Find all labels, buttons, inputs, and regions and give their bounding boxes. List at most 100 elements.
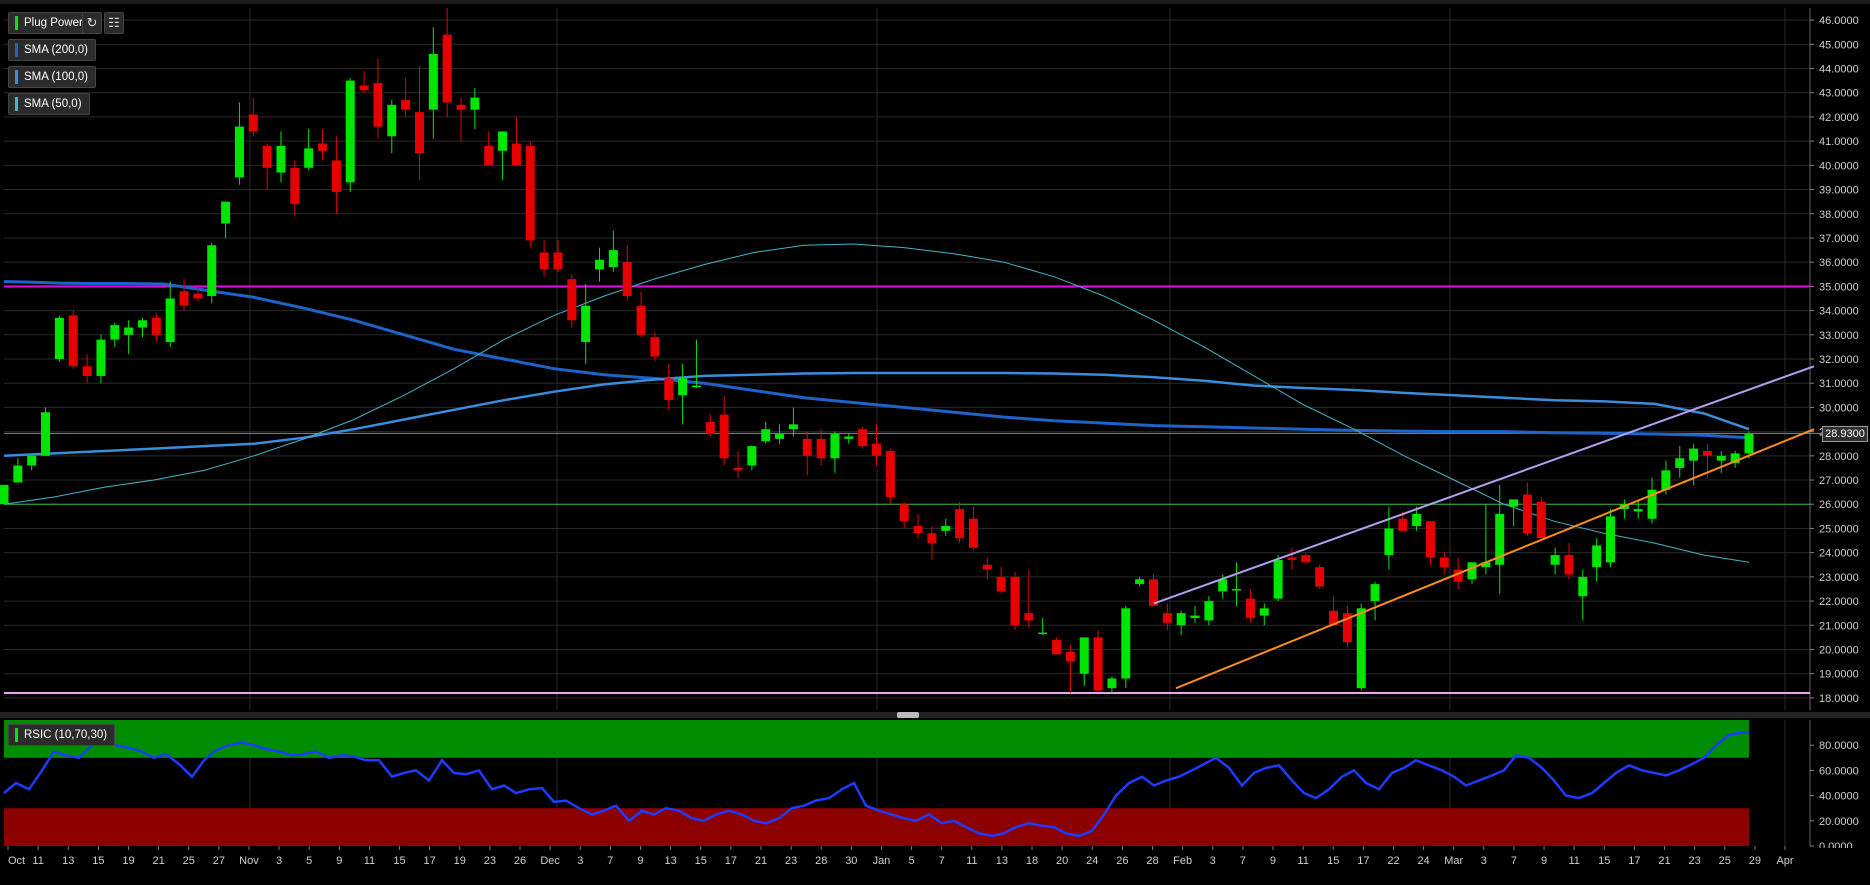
refresh-icon[interactable]: ↻: [82, 12, 102, 34]
xtick-label-11: 9: [336, 855, 342, 867]
main-ytick-label-9: 27.0000: [1819, 475, 1859, 487]
sma100-legend[interactable]: SMA (100,0): [8, 66, 96, 88]
xtick-label-54: 17: [1628, 855, 1640, 867]
main-ytick-label-20: 38.0000: [1819, 209, 1859, 221]
candle-body-42: [581, 305, 591, 343]
candle-body-93: [1287, 557, 1297, 560]
candle-body-27: [373, 83, 383, 127]
candle-body-19: [262, 145, 272, 168]
xtick-label-51: 9: [1541, 855, 1547, 867]
xtick-label-16: 23: [484, 855, 496, 867]
xtick-label-49: 3: [1481, 855, 1487, 867]
xtick-label-17: 26: [514, 855, 526, 867]
sma200-label: SMA (200,0): [24, 44, 88, 56]
last-price-badge: 28.9300: [1822, 426, 1868, 442]
candle-body-31: [428, 53, 438, 110]
xtick-label-5: 21: [152, 855, 164, 867]
xtick-label-42: 9: [1270, 855, 1276, 867]
top-strip: [0, 0, 1870, 4]
main-ytick-label-28: 46.0000: [1819, 15, 1859, 27]
instrument-legend[interactable]: Plug Power: [8, 12, 91, 34]
main-ytick-label-26: 44.0000: [1819, 64, 1859, 76]
candle-body-95: [1315, 567, 1325, 587]
settings-icon[interactable]: ☷: [104, 12, 124, 34]
candle-body-21: [290, 167, 300, 205]
rsi-label: RSIC (10,70,30): [24, 729, 108, 741]
candle-body-91: [1259, 608, 1269, 616]
candle-body-110: [1522, 494, 1532, 534]
main-ytick-label-22: 40.0000: [1819, 160, 1859, 172]
candle-body-22: [304, 148, 314, 168]
candle-body-104: [1439, 557, 1449, 568]
xtick-label-27: 28: [815, 855, 827, 867]
candle-body-75: [1038, 632, 1048, 635]
candle-body-51: [705, 421, 715, 435]
candle-body-89: [1232, 588, 1242, 591]
xtick-label-19: 3: [577, 855, 583, 867]
candle-body-106: [1467, 562, 1477, 580]
xtick-label-29: Jan: [873, 855, 891, 867]
xtick-label-15: 19: [454, 855, 466, 867]
candle-body-90: [1245, 598, 1255, 619]
xtick-label-22: 13: [664, 855, 676, 867]
rsi-ytick-label-3: 60.0000: [1819, 765, 1859, 777]
sma50-legend[interactable]: SMA (50,0): [8, 93, 90, 115]
candle-body-73: [1010, 576, 1020, 626]
xtick-label-1: 11: [32, 855, 43, 867]
candle-body-38: [525, 145, 535, 241]
candle-body-43: [595, 259, 605, 270]
chart-stage[interactable]: 18.0000 19.0000 20.0000 21.0000 22.0000 23.00…: [0, 0, 1870, 880]
main-ytick-label-25: 43.0000: [1819, 88, 1859, 100]
candle-body-99: [1370, 584, 1380, 602]
xtick-label-12: 11: [364, 855, 375, 867]
candle-body-53: [733, 467, 743, 471]
candle-body-26: [359, 85, 369, 91]
candle-body-87: [1204, 601, 1214, 621]
main-ytick-label-18: 36.0000: [1819, 257, 1859, 269]
candle-body-126: [1744, 434, 1754, 454]
candle-body-33: [456, 104, 466, 110]
xtick-label-50: 7: [1511, 855, 1517, 867]
rsi-legend[interactable]: RSIC (10,70,30): [8, 724, 116, 746]
candle-body-25: [345, 80, 355, 183]
chart-canvas[interactable]: 18.0000 19.0000 20.0000 21.0000 22.0000 23.00…: [0, 0, 1870, 880]
xtick-label-35: 20: [1056, 855, 1068, 867]
main-ytick-label-10: 28.0000: [1819, 451, 1859, 463]
candle-body-86: [1190, 615, 1200, 619]
candle-body-74: [1024, 613, 1034, 621]
candle-body-10: [137, 320, 147, 328]
candle-body-44: [608, 250, 618, 268]
candle-body-71: [982, 564, 992, 570]
candle-body-58: [802, 438, 812, 456]
candle-body-66: [913, 526, 923, 534]
candle-body-49: [678, 378, 688, 396]
candle-body-54: [747, 446, 757, 466]
main-ytick-label-13: 31.0000: [1819, 378, 1859, 390]
instrument-label: Plug Power: [24, 17, 83, 29]
candle-body-45: [622, 262, 632, 297]
candle-body-57: [788, 424, 798, 430]
xtick-label-56: 23: [1689, 855, 1701, 867]
candle-body-13: [179, 291, 189, 306]
candle-body-23: [318, 143, 328, 151]
sma200-legend[interactable]: SMA (200,0): [8, 39, 96, 61]
candle-body-20: [276, 145, 286, 173]
candle-body-24: [331, 160, 341, 192]
candle-body-5: [68, 315, 78, 367]
candle-body-82: [1135, 579, 1145, 585]
xtick-label-2: 13: [62, 855, 74, 867]
main-ytick-label-24: 42.0000: [1819, 112, 1859, 124]
candle-body-46: [636, 305, 646, 335]
candle-body-39: [539, 252, 549, 270]
candle-body-60: [830, 434, 840, 459]
xtick-label-59: Apr: [1776, 855, 1793, 867]
main-ytick-label-16: 34.0000: [1819, 306, 1859, 318]
candle-body-41: [567, 279, 577, 321]
candle-body-112: [1550, 555, 1560, 565]
xtick-label-23: 15: [695, 855, 707, 867]
candle-body-36: [498, 131, 508, 151]
candle-body-50: [691, 385, 701, 388]
rsi-swatch: [15, 728, 18, 742]
candle-body-30: [414, 112, 424, 154]
candle-body-52: [719, 414, 729, 459]
